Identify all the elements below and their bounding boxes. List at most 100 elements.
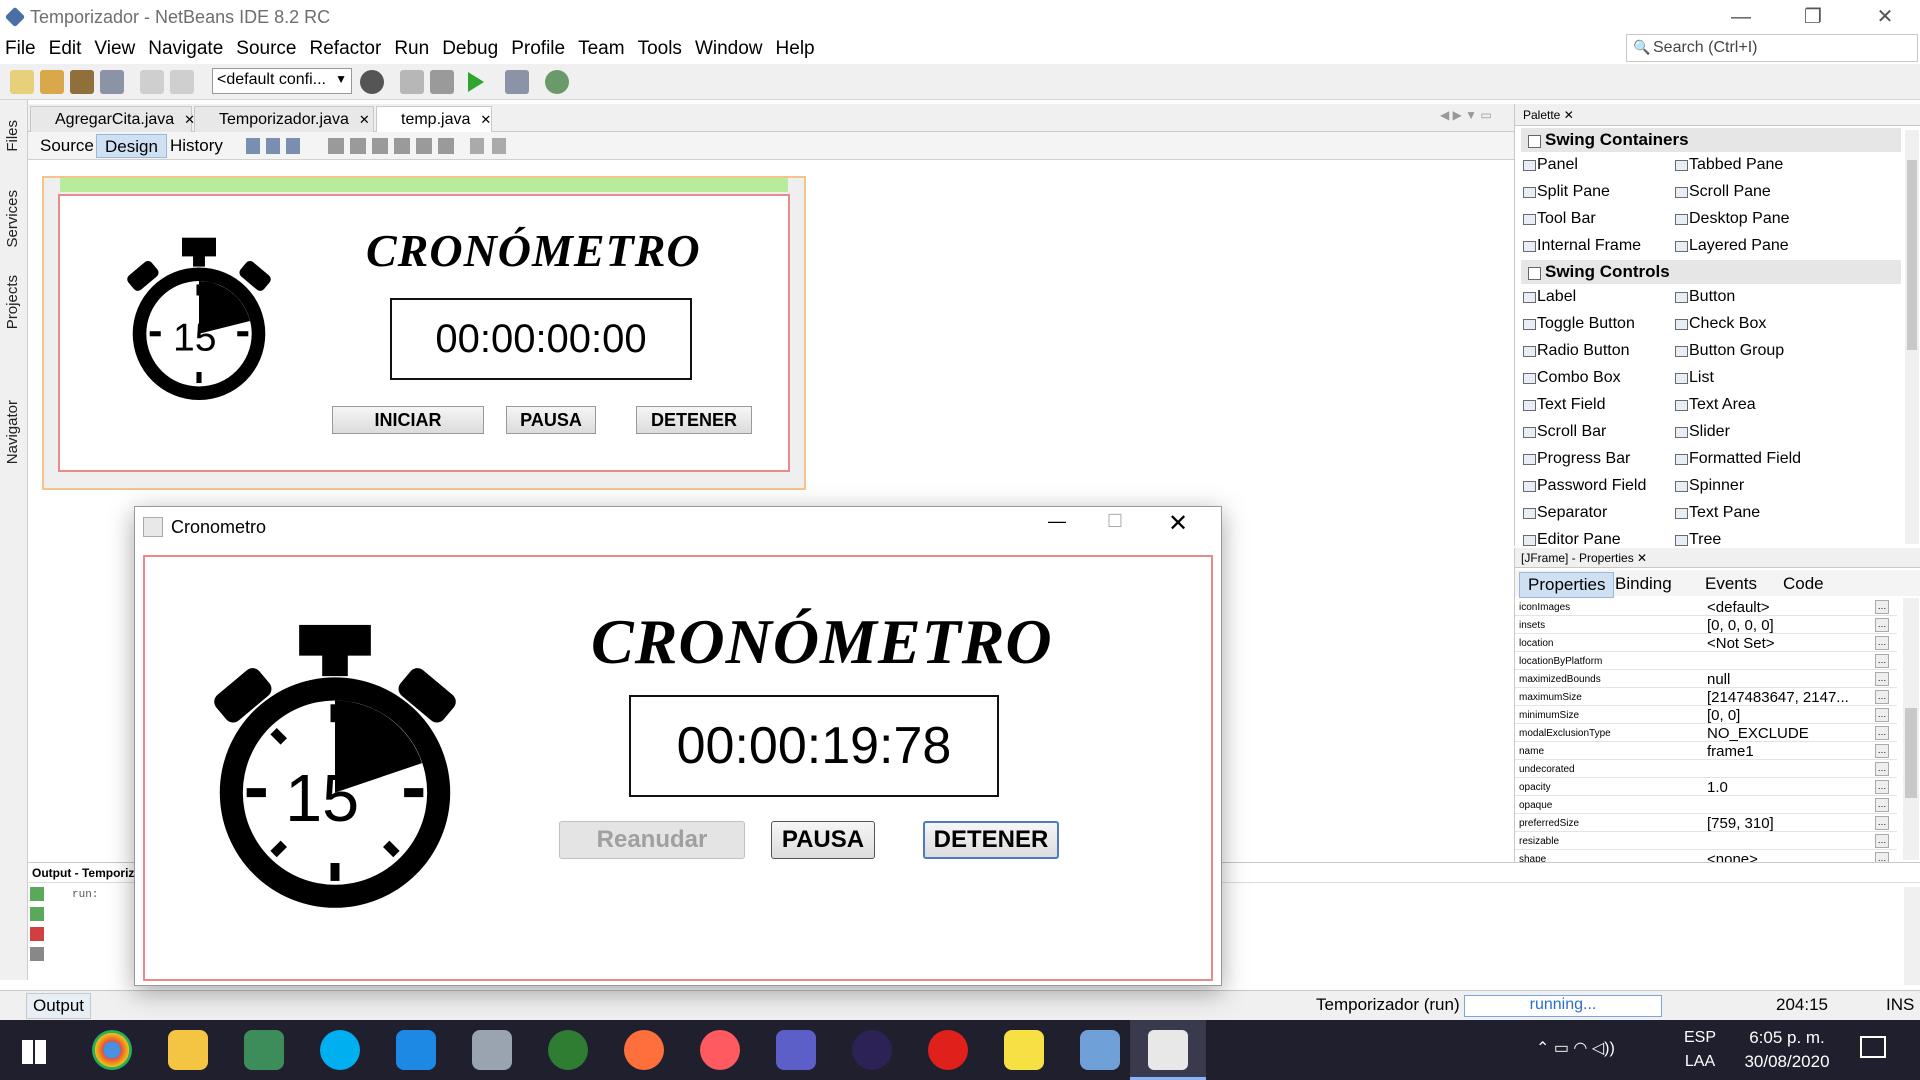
palette-item[interactable]: Password Field (1537, 477, 1646, 495)
palette-item[interactable]: Text Field (1537, 396, 1605, 414)
design-pause-button[interactable]: PAUSA (506, 406, 596, 434)
app-maximize-button[interactable]: ☐ (1093, 511, 1137, 541)
build-icon[interactable] (400, 70, 424, 94)
vscode-icon[interactable] (396, 1030, 436, 1070)
property-value[interactable]: [0, 0] (1707, 707, 1865, 724)
file-explorer-icon[interactable] (168, 1030, 208, 1070)
app-icon[interactable] (548, 1030, 588, 1070)
teams-icon[interactable] (776, 1030, 816, 1070)
app-icon[interactable] (700, 1030, 740, 1070)
language-indicator[interactable]: ESP LAA (1684, 1026, 1716, 1074)
menu-edit[interactable]: Edit (49, 36, 82, 60)
sticky-notes-icon[interactable] (1004, 1030, 1044, 1070)
run-icon[interactable] (468, 72, 484, 92)
close-button[interactable]: ✕ (1856, 0, 1914, 36)
palette-item[interactable]: Formatted Field (1689, 450, 1801, 468)
resume-button[interactable]: Reanudar (559, 821, 745, 859)
resize-tools-icon[interactable] (470, 138, 510, 154)
property-value[interactable]: <default> (1707, 599, 1865, 616)
tab-agregarcita[interactable]: AgregarCita.java ✕ (30, 106, 195, 132)
property-row[interactable]: minimumSize [0, 0]… (1515, 706, 1897, 724)
close-icon[interactable]: ✕ (359, 112, 370, 127)
search-input[interactable]: 🔍 Search (Ctrl+I) (1626, 34, 1918, 62)
palette-item[interactable]: Tool Bar (1537, 210, 1596, 228)
palette-item[interactable]: Internal Frame (1537, 237, 1641, 255)
stop-icon[interactable] (30, 927, 44, 941)
ellipsis-button[interactable]: … (1875, 798, 1889, 812)
design-start-button[interactable]: INICIAR (332, 406, 484, 434)
eclipse-icon[interactable] (852, 1030, 892, 1070)
property-value[interactable]: [759, 310] (1707, 815, 1865, 832)
navigator-tab[interactable]: Navigator (4, 400, 21, 464)
property-row[interactable]: opacity 1.0… (1515, 778, 1897, 796)
tab-design[interactable]: Design (96, 134, 167, 158)
ellipsis-button[interactable]: … (1875, 780, 1889, 794)
palette-item[interactable]: Text Area (1689, 396, 1756, 414)
menu-refactor[interactable]: Refactor (310, 36, 382, 60)
ellipsis-button[interactable]: … (1875, 672, 1889, 686)
output-toggle[interactable]: Output (26, 993, 92, 1019)
tab-events[interactable]: Events (1697, 572, 1765, 596)
property-row[interactable]: maximumSize [2147483647, 2147...… (1515, 688, 1897, 706)
design-tools-icon[interactable] (246, 138, 306, 154)
ellipsis-button[interactable]: … (1875, 726, 1889, 740)
tab-source[interactable]: Source (32, 134, 102, 158)
palette-category[interactable]: Swing Controls (1521, 260, 1901, 284)
app-minimize-button[interactable]: — (1035, 511, 1079, 541)
tab-history[interactable]: History (162, 134, 231, 158)
property-row[interactable]: maximizedBounds null… (1515, 670, 1897, 688)
menu-help[interactable]: Help (776, 36, 815, 60)
app-close-button[interactable]: ✕ (1153, 509, 1203, 541)
ellipsis-button[interactable]: … (1875, 834, 1889, 848)
config-select[interactable]: <default confi... ▼ (212, 68, 352, 94)
ellipsis-button[interactable]: … (1875, 600, 1889, 614)
services-tab[interactable]: Services (4, 190, 21, 248)
property-row[interactable]: name frame1… (1515, 742, 1897, 760)
align-tools-icon[interactable] (328, 138, 458, 154)
menu-tools[interactable]: Tools (638, 36, 682, 60)
tab-code[interactable]: Code (1775, 572, 1832, 596)
property-value[interactable]: <Not Set> (1707, 635, 1865, 652)
property-value[interactable]: [2147483647, 2147... (1707, 689, 1865, 706)
tray-icons[interactable]: ⌃ ▭ ◠ ◁)) (1536, 1038, 1666, 1062)
property-row[interactable]: locationByPlatform… (1515, 652, 1897, 670)
menu-file[interactable]: File (5, 36, 36, 60)
projects-tab[interactable]: Projects (4, 275, 21, 329)
palette-item[interactable]: Split Pane (1537, 183, 1610, 201)
chrome-icon[interactable] (92, 1030, 132, 1070)
notifications-icon[interactable] (1860, 1036, 1886, 1058)
property-row[interactable]: insets [0, 0, 0, 0]… (1515, 616, 1897, 634)
palette-scrollbar[interactable] (1905, 130, 1919, 544)
property-value[interactable]: NO_EXCLUDE (1707, 725, 1865, 742)
ellipsis-button[interactable]: … (1875, 762, 1889, 776)
palette-item[interactable]: Radio Button (1537, 342, 1630, 360)
palette-item[interactable]: Editor Pane (1537, 531, 1621, 549)
menu-team[interactable]: Team (578, 36, 624, 60)
skype-icon[interactable] (320, 1030, 360, 1070)
palette-item[interactable]: Text Pane (1689, 504, 1760, 522)
menu-profile[interactable]: Profile (511, 36, 565, 60)
app-icon[interactable] (472, 1030, 512, 1070)
pause-button[interactable]: PAUSA (771, 821, 875, 859)
design-stop-button[interactable]: DETENER (636, 406, 752, 434)
save-all-icon[interactable] (100, 70, 124, 94)
palette-item[interactable]: Spinner (1689, 477, 1744, 495)
ellipsis-button[interactable]: … (1875, 708, 1889, 722)
redo-icon[interactable] (170, 70, 194, 94)
menu-debug[interactable]: Debug (442, 36, 498, 60)
tab-properties[interactable]: Properties (1519, 572, 1615, 598)
scroll-thumb[interactable] (1905, 708, 1917, 798)
output-scrollbar[interactable] (1904, 887, 1920, 985)
palette-item[interactable]: Toggle Button (1537, 315, 1635, 333)
minimize-button[interactable]: — (1712, 0, 1770, 36)
profile-icon[interactable] (545, 70, 569, 94)
property-row[interactable]: opaque… (1515, 796, 1897, 814)
palette-item[interactable]: Button (1689, 288, 1735, 306)
pen-icon[interactable] (624, 1030, 664, 1070)
clean-build-icon[interactable] (430, 70, 454, 94)
settings-icon[interactable] (30, 947, 44, 961)
restore-button[interactable]: ❐ (1784, 0, 1842, 36)
rerun-options-icon[interactable] (30, 907, 44, 921)
ellipsis-button[interactable]: … (1875, 654, 1889, 668)
app-icon[interactable] (244, 1030, 284, 1070)
